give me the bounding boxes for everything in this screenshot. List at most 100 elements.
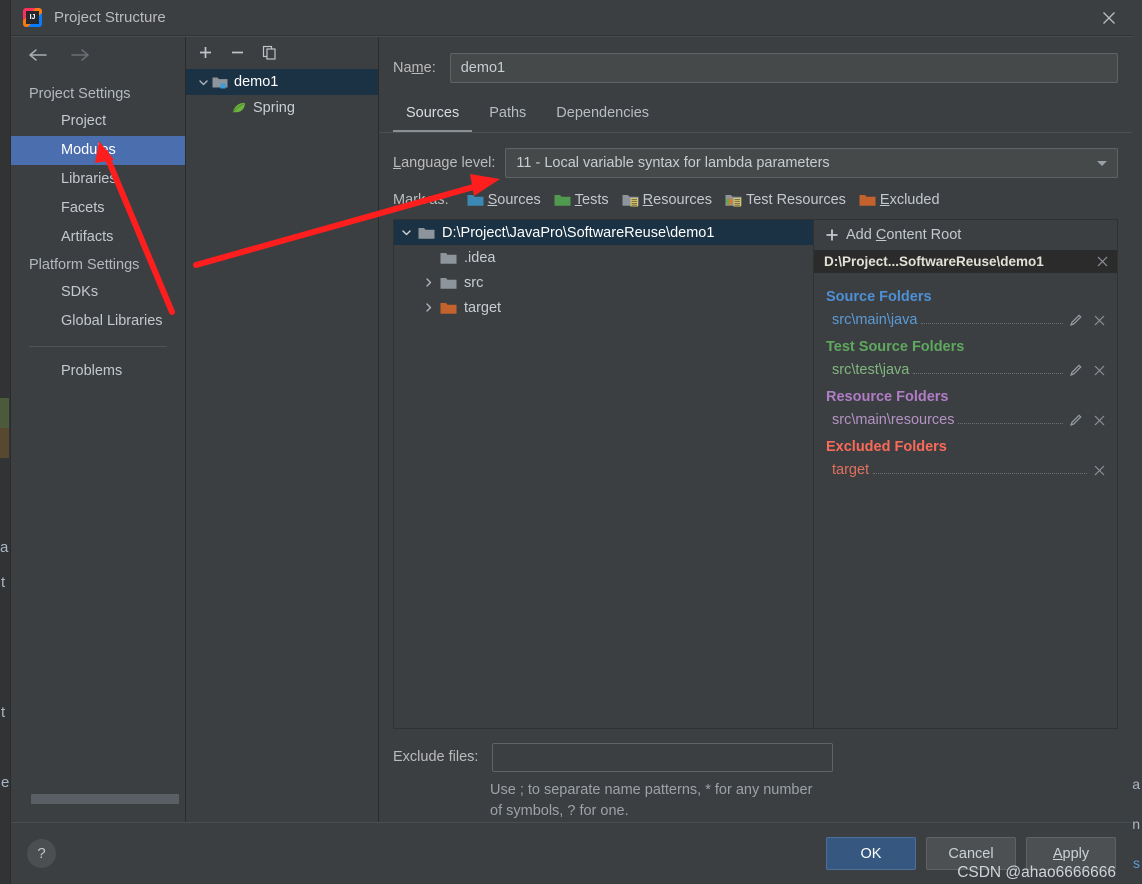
- leader-dots: [913, 364, 1063, 374]
- folder-blue-icon: [467, 193, 484, 207]
- tab-sources[interactable]: Sources: [393, 99, 473, 132]
- chevron-down-icon[interactable]: [194, 77, 212, 88]
- tab-dependencies[interactable]: Dependencies: [543, 99, 662, 132]
- content-root-details-panel: Add Content Root D:\Project...SoftwareRe…: [813, 220, 1117, 728]
- tree-row-label: src: [464, 274, 484, 291]
- module-tabs: Sources Paths Dependencies: [379, 83, 1132, 132]
- chevron-down-icon[interactable]: [1095, 158, 1109, 168]
- source-folder-row[interactable]: src\main\java: [814, 307, 1117, 333]
- sidebar-item-facets[interactable]: Facets: [11, 194, 185, 223]
- sidebar-items-list: Project Settings Project Modules Librari…: [11, 73, 185, 822]
- folder-test-resources-icon: [725, 193, 742, 207]
- resource-folder-path: src\main\resources: [832, 412, 955, 428]
- content-root-header: D:\Project...SoftwareReuse\demo1: [814, 250, 1117, 273]
- folder-resources-icon: [622, 193, 639, 207]
- tree-row-label: target: [464, 299, 502, 316]
- exclude-files-input[interactable]: [492, 742, 834, 772]
- sidebar-item-global-libraries[interactable]: Global Libraries: [11, 307, 185, 336]
- exclude-files-hint: Use ; to separate name patterns, * for a…: [490, 781, 813, 819]
- section-title-source-folders: Source Folders: [826, 289, 932, 305]
- close-icon[interactable]: [1093, 464, 1106, 477]
- background-green-chip: [0, 398, 9, 428]
- dialog-body: Project Settings Project Modules Librari…: [11, 36, 1132, 822]
- module-label: demo1: [234, 74, 279, 90]
- close-icon[interactable]: [1096, 255, 1109, 268]
- mark-as-test-resources-button[interactable]: Test Resources: [725, 192, 846, 208]
- spring-leaf-icon: [231, 101, 248, 115]
- mark-as-sources-button[interactable]: Sources: [467, 192, 541, 208]
- add-content-root-button[interactable]: Add Content Root: [814, 220, 1117, 250]
- plus-icon[interactable]: [198, 45, 213, 60]
- section-title-test-source-folders: Test Source Folders: [826, 339, 965, 355]
- close-icon[interactable]: [1093, 414, 1106, 427]
- copy-icon[interactable]: [262, 45, 277, 60]
- dialog-footer: ? OK Cancel Apply CSDN @ahao6666666: [11, 822, 1132, 884]
- sidebar-item-libraries[interactable]: Libraries: [11, 165, 185, 194]
- question-mark-icon[interactable]: ?: [27, 839, 56, 868]
- folder-grey-icon: [418, 226, 436, 240]
- chevron-right-icon[interactable]: [416, 302, 440, 313]
- mark-as-row: Mark as: Sources Tests Resources Test Re…: [379, 178, 1132, 208]
- close-icon[interactable]: [1093, 314, 1106, 327]
- language-level-select[interactable]: 11 - Local variable syntax for lambda pa…: [505, 148, 1118, 178]
- sidebar-item-modules[interactable]: Modules: [11, 136, 185, 165]
- content-roots-area: D:\Project\JavaPro\SoftwareReuse\demo1 .…: [393, 219, 1118, 729]
- minus-icon[interactable]: [230, 45, 245, 60]
- tree-row-idea[interactable]: .idea: [394, 245, 813, 270]
- sidebar-item-problems[interactable]: Problems: [11, 357, 185, 386]
- sidebar-group-project-settings: Project Settings: [29, 86, 131, 102]
- close-icon[interactable]: [1093, 364, 1106, 377]
- mark-as-excluded-button[interactable]: Excluded: [859, 192, 940, 208]
- pencil-icon[interactable]: [1069, 313, 1083, 327]
- sidebar-group-platform-settings: Platform Settings: [29, 257, 140, 273]
- module-tree-row-spring[interactable]: Spring: [186, 95, 378, 121]
- tree-row-label: D:\Project\JavaPro\SoftwareReuse\demo1: [442, 224, 715, 241]
- sidebar-item-project[interactable]: Project: [11, 107, 185, 136]
- pencil-icon[interactable]: [1069, 363, 1083, 377]
- background-brown-chip: [0, 428, 9, 458]
- folder-orange-icon: [859, 193, 876, 207]
- test-source-folder-row[interactable]: src\test\java: [814, 357, 1117, 383]
- modules-toolbar: [186, 37, 378, 67]
- tree-row-src[interactable]: src: [394, 270, 813, 295]
- background-text-fragment: e: [1, 774, 10, 791]
- mark-as-resources-button[interactable]: Resources: [622, 192, 712, 208]
- tree-row-label: .idea: [464, 249, 496, 266]
- leader-dots: [873, 464, 1087, 474]
- mark-as-tests-button[interactable]: Tests: [554, 192, 609, 208]
- module-settings-panel: Name: Sources Paths Dependencies Languag…: [379, 37, 1132, 822]
- name-input[interactable]: [449, 53, 1118, 83]
- ok-button[interactable]: OK: [826, 837, 916, 870]
- sidebar-navigation: [11, 37, 185, 73]
- modules-panel: demo1 Spring: [186, 37, 379, 822]
- background-text-fragment: a: [0, 539, 9, 556]
- sidebar-item-sdks[interactable]: SDKs: [11, 278, 185, 307]
- background-text-fragment: t: [1, 574, 6, 591]
- chevron-down-icon[interactable]: [394, 227, 418, 238]
- folder-orange-icon: [440, 301, 458, 315]
- name-row: Name:: [379, 37, 1132, 83]
- module-label: Spring: [253, 100, 295, 116]
- module-tree-row-demo1[interactable]: demo1: [186, 69, 378, 95]
- tree-row-content-root[interactable]: D:\Project\JavaPro\SoftwareReuse\demo1: [394, 220, 813, 245]
- section-title-resource-folders: Resource Folders: [826, 389, 949, 405]
- arrow-left-icon[interactable]: [27, 47, 49, 63]
- language-level-value: 11 - Local variable syntax for lambda pa…: [516, 155, 830, 171]
- pencil-icon[interactable]: [1069, 413, 1083, 427]
- watermark: CSDN @ahao6666666: [957, 864, 1116, 881]
- resource-folder-row[interactable]: src\main\resources: [814, 407, 1117, 433]
- arrow-right-icon[interactable]: [69, 47, 91, 63]
- chevron-right-icon[interactable]: [416, 277, 440, 288]
- language-level-label: Language level:: [393, 155, 496, 171]
- leader-dots: [921, 314, 1063, 324]
- sidebar-item-artifacts[interactable]: Artifacts: [11, 223, 185, 252]
- folder-green-icon: [554, 193, 571, 207]
- exclude-files-label: Exclude files:: [393, 749, 479, 766]
- settings-sidebar: Project Settings Project Modules Librari…: [11, 37, 186, 822]
- close-icon[interactable]: [1086, 0, 1132, 36]
- dialog-titlebar: Project Structure: [11, 0, 1132, 36]
- sidebar-horizontal-scrollbar[interactable]: [31, 794, 179, 804]
- excluded-folder-row[interactable]: target: [814, 457, 1117, 483]
- tree-row-target[interactable]: target: [394, 295, 813, 320]
- tab-paths[interactable]: Paths: [476, 99, 539, 132]
